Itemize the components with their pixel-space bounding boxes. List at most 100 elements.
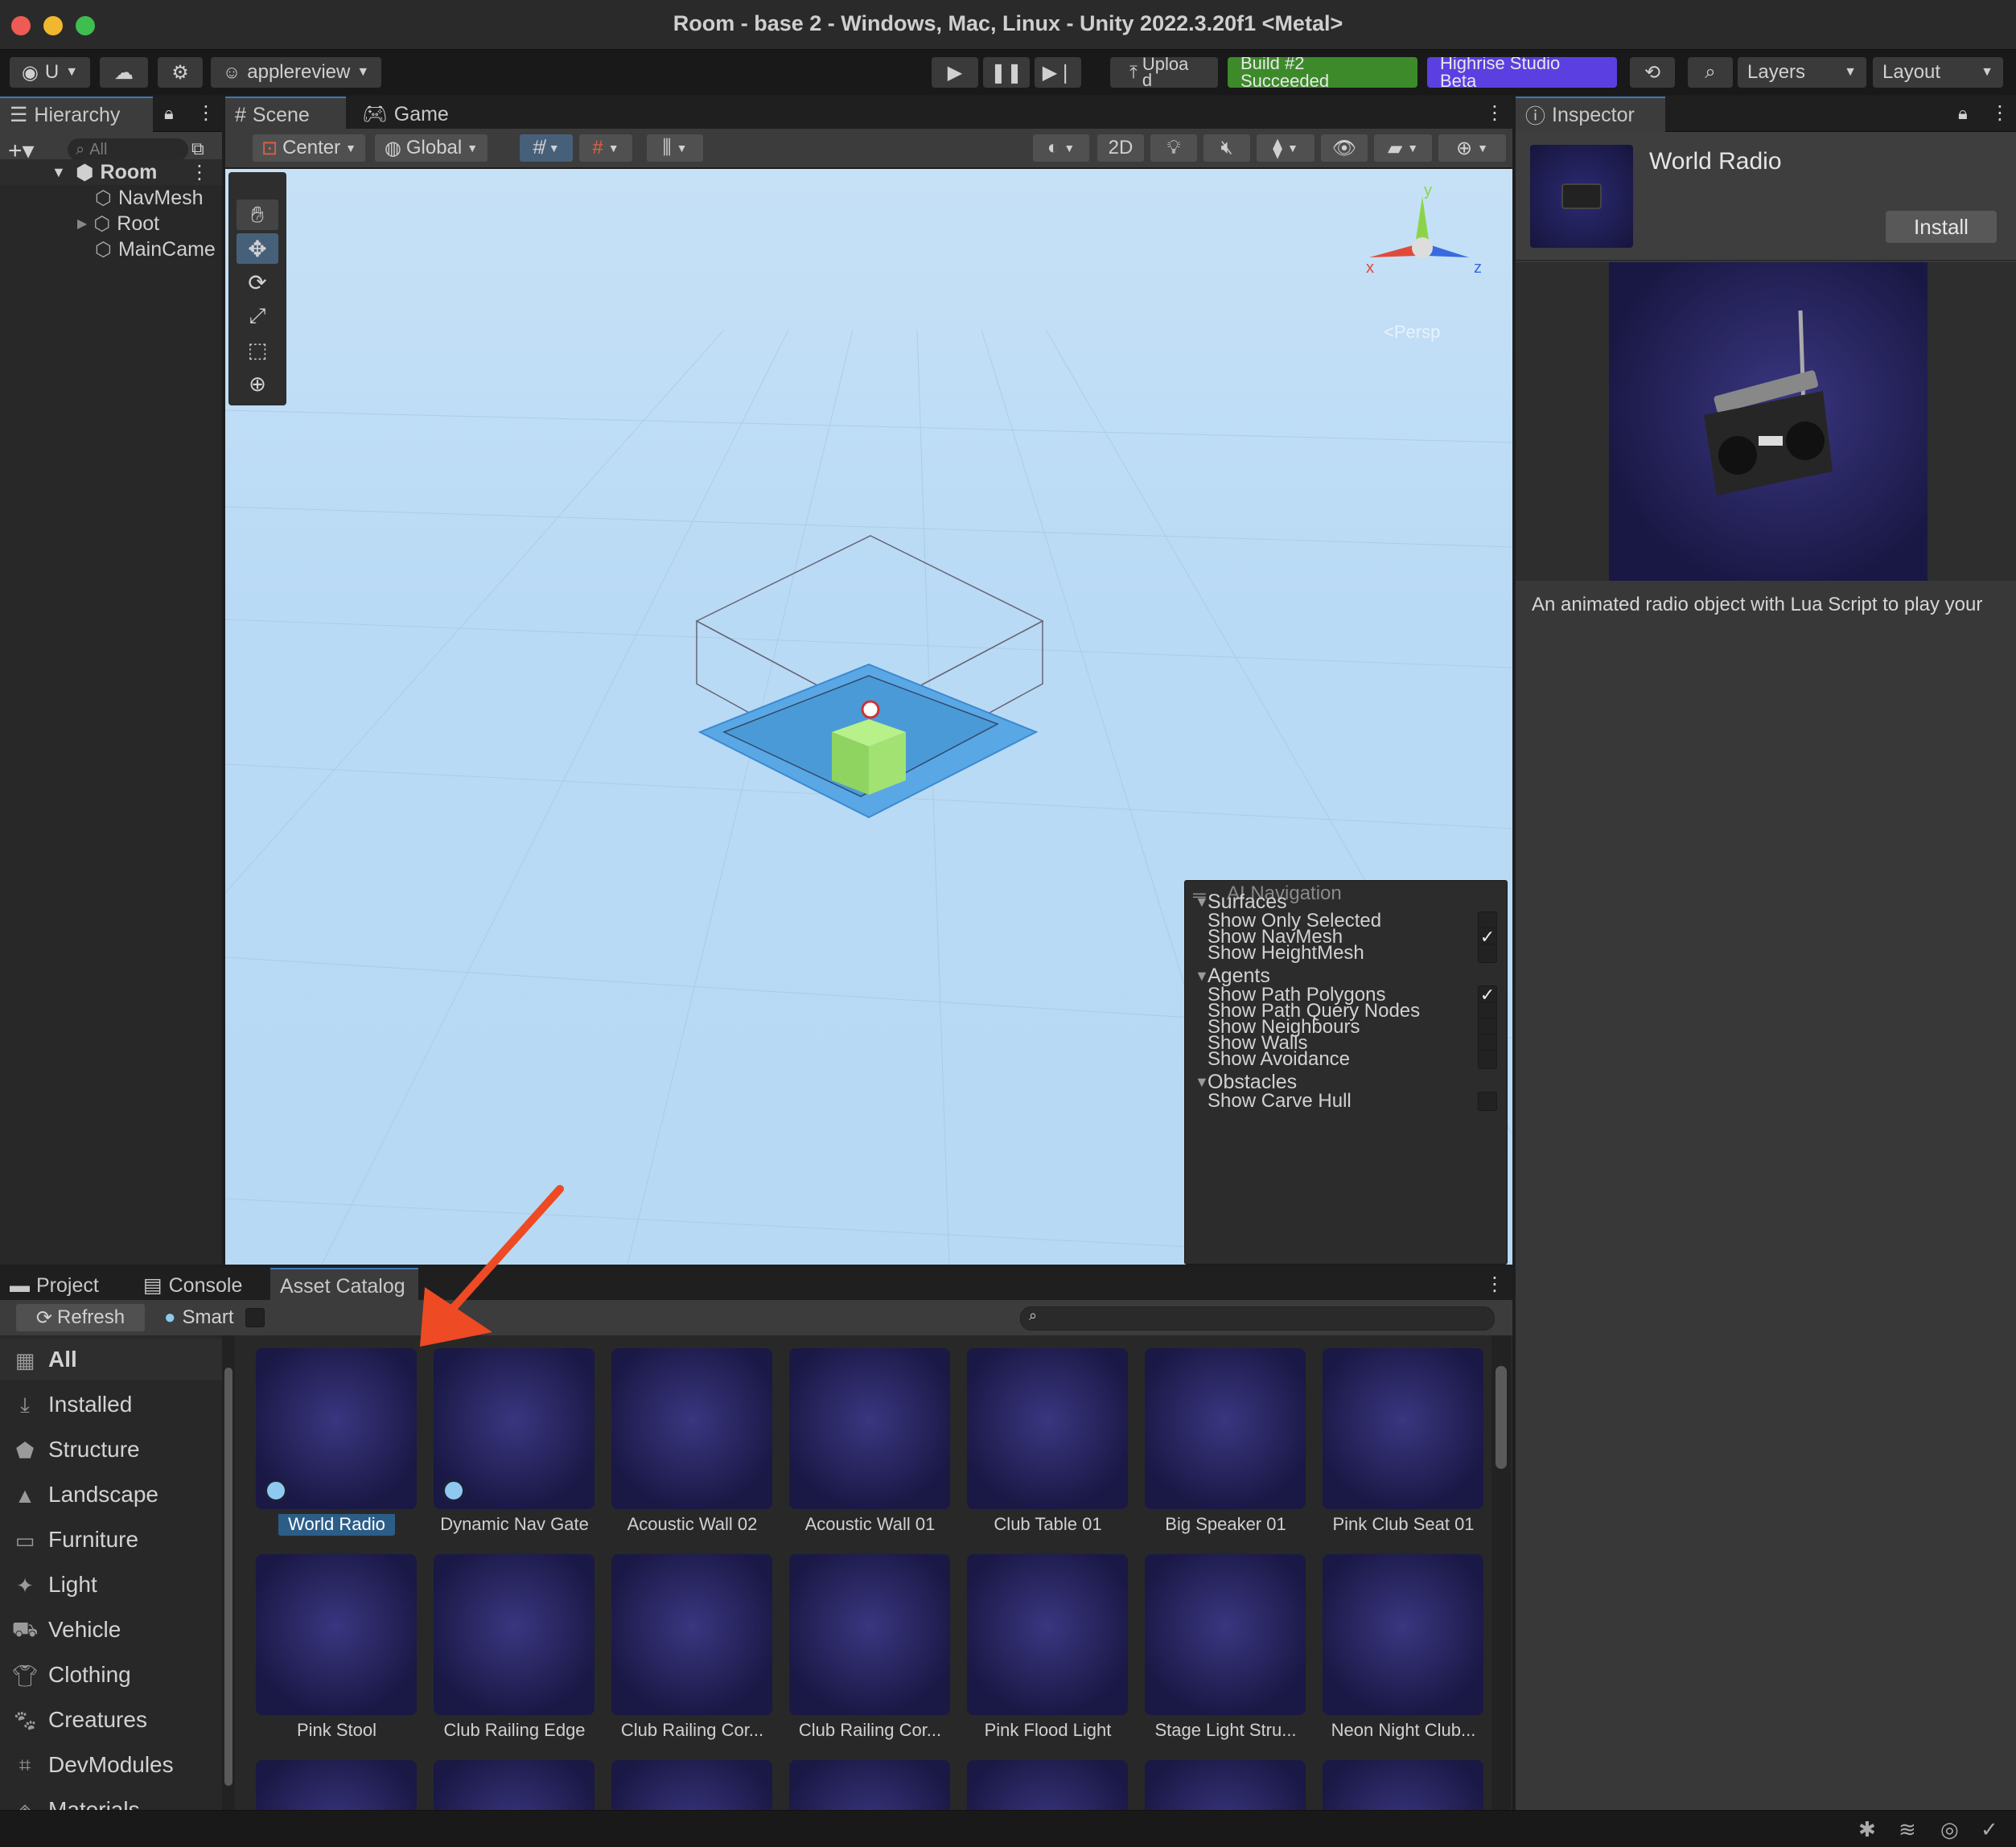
camera-dropdown[interactable]: ▰ ▼ bbox=[1374, 134, 1432, 162]
tab-asset-catalog[interactable]: Asset Catalog bbox=[270, 1268, 418, 1303]
asset-card-label[interactable]: Club Railing Edge bbox=[426, 1720, 603, 1744]
hierarchy-item[interactable]: ▶ ⬡ Root bbox=[0, 211, 222, 237]
asset-card-label[interactable]: Acoustic Wall 01 bbox=[781, 1514, 959, 1538]
asset-card-label[interactable]: Club Railing Cor... bbox=[781, 1720, 959, 1744]
move-tool-icon[interactable]: ✥ bbox=[237, 233, 278, 264]
transform-tool-icon[interactable]: ⊕ bbox=[237, 368, 278, 399]
database-icon[interactable]: ≋ bbox=[1899, 1817, 1916, 1842]
more-options-icon[interactable]: ⋮ bbox=[1485, 1273, 1504, 1296]
2d-toggle[interactable]: 2D bbox=[1097, 134, 1144, 162]
debug-icon[interactable]: ✱ bbox=[1858, 1817, 1876, 1842]
asset-scrollbar[interactable] bbox=[1491, 1335, 1511, 1810]
hierarchy-item[interactable]: ⬡ MainCame bbox=[0, 237, 222, 262]
asset-card-label[interactable]: Acoustic Wall 02 bbox=[603, 1514, 781, 1538]
scene-visibility-icon[interactable]: ⧉ bbox=[191, 138, 204, 159]
layers-dropdown[interactable]: Layers ▼ bbox=[1738, 57, 1866, 88]
audio-toggle[interactable]: 🔇︎ bbox=[1203, 134, 1250, 162]
expand-arrow-icon[interactable]: ▶ bbox=[77, 216, 87, 232]
asset-card-thumbnail[interactable] bbox=[611, 1554, 772, 1715]
asset-card-thumbnail[interactable] bbox=[1145, 1554, 1306, 1715]
increment-snap-button[interactable]: ⫼ ▼ bbox=[647, 134, 703, 162]
smart-toggle[interactable]: ● Smart bbox=[164, 1304, 265, 1331]
category-item[interactable]: ✦ Light bbox=[0, 1564, 222, 1606]
asset-card-thumbnail[interactable] bbox=[1323, 1348, 1483, 1509]
effects-dropdown[interactable]: ⧫ ▼ bbox=[1257, 134, 1315, 162]
category-scrollbar-thumb[interactable] bbox=[224, 1368, 232, 1786]
asset-card-thumbnail[interactable] bbox=[1145, 1348, 1306, 1509]
pause-button[interactable]: ❚❚ bbox=[983, 57, 1030, 88]
layout-dropdown[interactable]: Layout ▼ bbox=[1873, 57, 2003, 88]
more-options-icon[interactable]: ⋮ bbox=[196, 101, 216, 125]
asset-card-thumbnail[interactable] bbox=[256, 1554, 417, 1715]
hierarchy-search-input[interactable]: ⌕ All bbox=[68, 138, 188, 161]
category-item[interactable]: ⬟ Structure bbox=[0, 1429, 222, 1471]
account-dropdown[interactable]: ◉ U ▼ bbox=[10, 57, 90, 88]
asset-card-thumbnail[interactable] bbox=[1323, 1760, 1483, 1810]
lock-icon[interactable]: 🔒︎ bbox=[164, 103, 174, 124]
grid-snap-button[interactable]: #̸ ▼ bbox=[520, 134, 573, 162]
tab-project[interactable]: ▬ Project bbox=[0, 1268, 121, 1303]
asset-card-label[interactable]: Pink Flood Light bbox=[959, 1720, 1137, 1744]
asset-card-label[interactable]: Dynamic Nav Gate bbox=[426, 1514, 603, 1538]
more-options-icon[interactable]: ⋮ bbox=[1990, 101, 2010, 125]
category-item[interactable]: ▦ All bbox=[0, 1339, 222, 1380]
nav-option-checkbox[interactable] bbox=[1478, 1092, 1497, 1111]
network-icon[interactable]: ◎ bbox=[1940, 1817, 1959, 1842]
space-dropdown[interactable]: ◍ Global ▼ bbox=[375, 134, 488, 162]
history-button[interactable]: ⟲ bbox=[1630, 57, 1675, 88]
asset-card-thumbnail[interactable] bbox=[434, 1760, 595, 1810]
asset-card-label[interactable]: Stage Light Stru... bbox=[1137, 1720, 1315, 1744]
asset-card-thumbnail[interactable] bbox=[256, 1348, 417, 1509]
asset-card-thumbnail[interactable] bbox=[967, 1554, 1128, 1715]
hierarchy-item[interactable]: ⬡ NavMesh bbox=[0, 185, 222, 211]
category-item[interactable]: ⌗ DevModules bbox=[0, 1744, 222, 1786]
asset-card-label[interactable]: Club Railing Cor... bbox=[603, 1720, 781, 1744]
category-item[interactable]: 👕︎ Clothing bbox=[0, 1654, 222, 1696]
expand-arrow-icon[interactable]: ▼ bbox=[51, 164, 66, 181]
nav-option-row[interactable]: Show Carve Hull bbox=[1185, 1088, 1508, 1114]
asset-card-thumbnail[interactable] bbox=[256, 1760, 417, 1810]
asset-card-thumbnail[interactable] bbox=[789, 1348, 950, 1509]
asset-card-thumbnail[interactable] bbox=[789, 1554, 950, 1715]
asset-card-thumbnail[interactable] bbox=[434, 1348, 595, 1509]
scale-tool-icon[interactable]: ⤢ bbox=[237, 301, 278, 331]
more-options-icon[interactable]: ⋮ bbox=[1485, 101, 1504, 125]
tab-scene[interactable]: # Scene bbox=[225, 97, 346, 132]
asset-card-thumbnail[interactable] bbox=[1323, 1554, 1483, 1715]
asset-card-thumbnail[interactable] bbox=[434, 1554, 595, 1715]
refresh-button[interactable]: ⟳ Refresh bbox=[16, 1304, 145, 1331]
hierarchy-room-row[interactable]: ▼ ⬢ Room ⋮ bbox=[0, 159, 222, 185]
perspective-label[interactable]: <Persp bbox=[1384, 322, 1440, 343]
asset-card-thumbnail[interactable] bbox=[967, 1348, 1128, 1509]
step-button[interactable]: ▶❘ bbox=[1035, 57, 1081, 88]
asset-card-label[interactable]: Neon Night Club... bbox=[1315, 1720, 1488, 1744]
category-item[interactable]: ⤓ Installed bbox=[0, 1384, 222, 1425]
rotate-tool-icon[interactable]: ⟳ bbox=[237, 267, 278, 298]
services-button[interactable]: ⚙ bbox=[158, 57, 203, 88]
cloud-button[interactable]: ☁ bbox=[100, 57, 148, 88]
catalog-search-input[interactable]: ⌕ bbox=[1020, 1306, 1495, 1331]
category-item[interactable]: ⛟ Vehicle bbox=[0, 1609, 222, 1651]
category-item[interactable]: ◈ Materials bbox=[0, 1789, 222, 1810]
user-dropdown[interactable]: ☺ applereview ▼ bbox=[211, 57, 381, 88]
asset-card-label[interactable]: World Radio bbox=[248, 1514, 426, 1538]
asset-card-thumbnail[interactable] bbox=[611, 1760, 772, 1810]
upload-button[interactable]: ⤒ Uploa d bbox=[1110, 57, 1218, 88]
asset-card-label[interactable]: Pink Club Seat 01 bbox=[1315, 1514, 1488, 1538]
asset-scrollbar-thumb[interactable] bbox=[1496, 1366, 1507, 1469]
tab-game[interactable]: 🎮︎ Game bbox=[352, 97, 457, 132]
nav-option-checkbox[interactable] bbox=[1478, 944, 1497, 963]
rect-tool-icon[interactable]: ⬚ bbox=[237, 335, 278, 365]
asset-card-thumbnail[interactable] bbox=[611, 1348, 772, 1509]
build-status[interactable]: Build #2 Succeeded bbox=[1228, 57, 1417, 88]
category-scrollbar[interactable] bbox=[222, 1335, 235, 1810]
grid-visibility-button[interactable]: # ▼ bbox=[579, 134, 632, 162]
asset-card-thumbnail[interactable] bbox=[967, 1760, 1128, 1810]
scene-visibility-toggle[interactable]: 👁︎ bbox=[1321, 134, 1368, 162]
category-item[interactable]: 🐾︎ Creatures bbox=[0, 1699, 222, 1741]
asset-card-label[interactable]: Club Table 01 bbox=[959, 1514, 1137, 1538]
asset-card-thumbnail[interactable] bbox=[1145, 1760, 1306, 1810]
nav-option-checkbox[interactable] bbox=[1478, 1050, 1497, 1069]
asset-card-label[interactable]: Pink Stool bbox=[248, 1720, 426, 1744]
play-button[interactable]: ▶ bbox=[932, 57, 978, 88]
